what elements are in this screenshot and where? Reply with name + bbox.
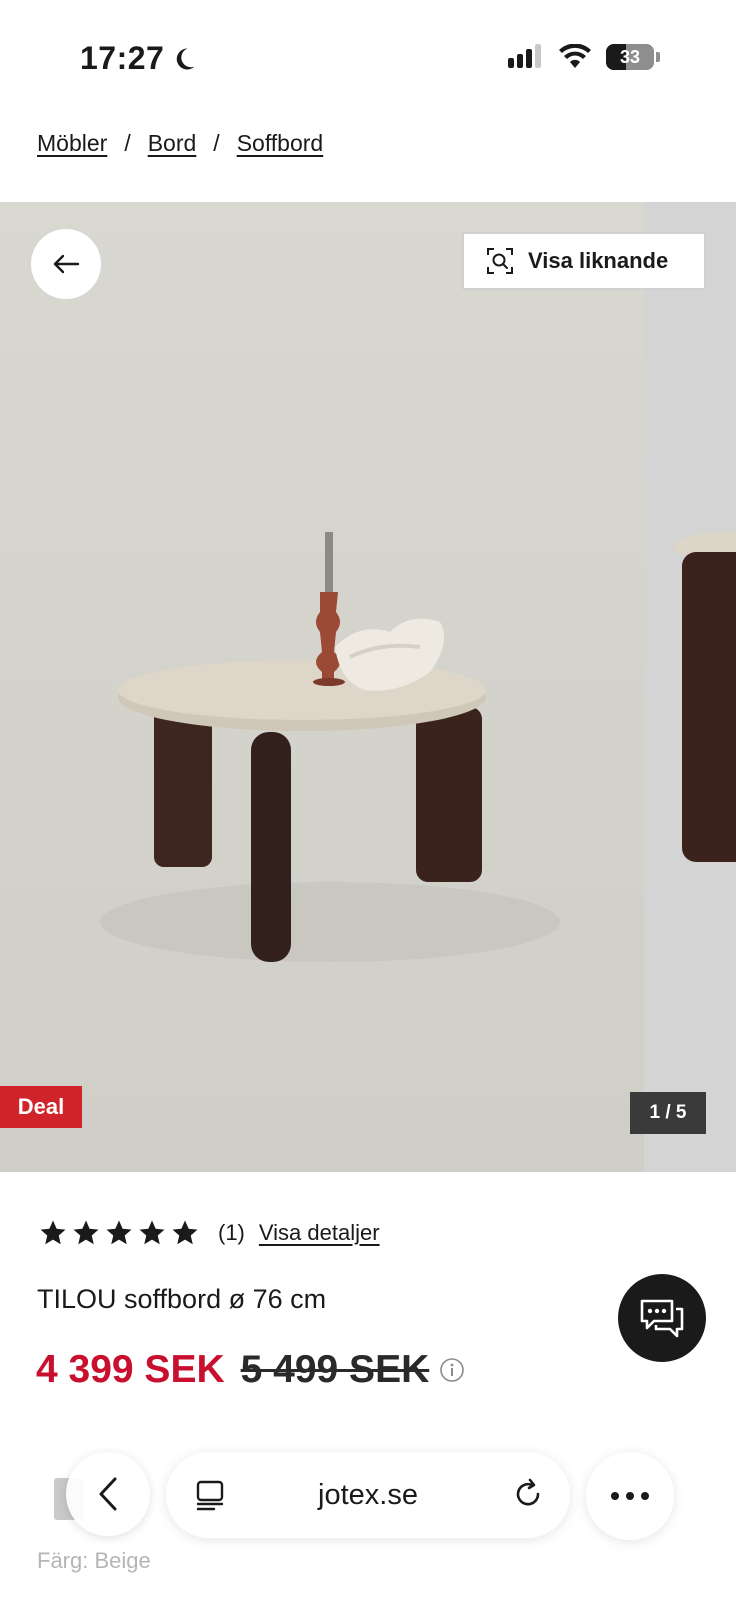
price-row: 4 399 SEK 5 499 SEK (36, 1348, 465, 1392)
deal-badge: Deal (0, 1086, 82, 1128)
signal-icon (508, 44, 541, 68)
coffee-table-illustration (100, 532, 560, 962)
breadcrumb-separator: / (213, 130, 220, 156)
reload-icon[interactable] (512, 1478, 544, 1510)
battery-level: 33 (619, 46, 641, 67)
clock-text: 17:27 (80, 40, 165, 76)
star-icon (172, 1220, 198, 1245)
star-icon (106, 1220, 132, 1245)
info-icon[interactable] (439, 1357, 465, 1383)
visa-liknande-label: Visa liknande (528, 248, 669, 273)
moon-icon (177, 47, 195, 69)
breadcrumb-item-mobler[interactable]: Möbler (37, 130, 107, 157)
next-product-image[interactable] (644, 202, 736, 1172)
breadcrumb-item-soffbord[interactable]: Soffbord (237, 130, 324, 157)
chevron-left-icon (99, 1477, 117, 1511)
rating-stars (38, 1218, 200, 1248)
visa-detaljer-link[interactable]: Visa detaljer (259, 1220, 380, 1246)
status-icons: 33 (508, 44, 660, 70)
arrow-left-icon (53, 254, 80, 274)
chat-bubbles-icon (640, 1299, 684, 1338)
current-price: 4 399 SEK (36, 1348, 225, 1391)
star-icon (139, 1220, 165, 1245)
rating-row: (1) Visa detaljer (38, 1218, 380, 1248)
status-bar: 17:27 33 (0, 0, 736, 112)
visa-liknande-button[interactable]: Visa liknande (462, 232, 706, 290)
more-options-button[interactable] (586, 1452, 674, 1540)
star-icon (73, 1220, 99, 1245)
url-text: jotex.se (318, 1478, 418, 1511)
browser-back-button[interactable] (66, 1452, 150, 1536)
battery-indicator: 33 (606, 44, 654, 70)
breadcrumb-separator: / (124, 130, 131, 156)
ellipsis-icon (611, 1492, 649, 1500)
browser-toolbar: jotex.se (0, 1440, 736, 1600)
battery-tip (656, 52, 660, 62)
back-button[interactable] (31, 229, 101, 299)
address-bar[interactable]: jotex.se (166, 1452, 570, 1538)
chat-button[interactable] (618, 1274, 706, 1362)
product-title: TILOU soffbord ø 76 cm (37, 1284, 327, 1314)
product-gallery[interactable]: Visa liknande Deal 1 / 5 (0, 202, 736, 1172)
image-counter: 1 / 5 (630, 1092, 706, 1134)
visual-search-icon (487, 248, 513, 274)
star-icon (40, 1220, 66, 1245)
breadcrumb: Möbler / Bord / Soffbord (37, 130, 323, 157)
status-time: 17:27 (80, 40, 198, 77)
wifi-icon (559, 44, 591, 68)
original-price: 5 499 SEK (240, 1348, 430, 1391)
product-image[interactable] (0, 202, 644, 1172)
breadcrumb-item-bord[interactable]: Bord (148, 130, 197, 157)
rating-count: (1) (218, 1220, 245, 1245)
